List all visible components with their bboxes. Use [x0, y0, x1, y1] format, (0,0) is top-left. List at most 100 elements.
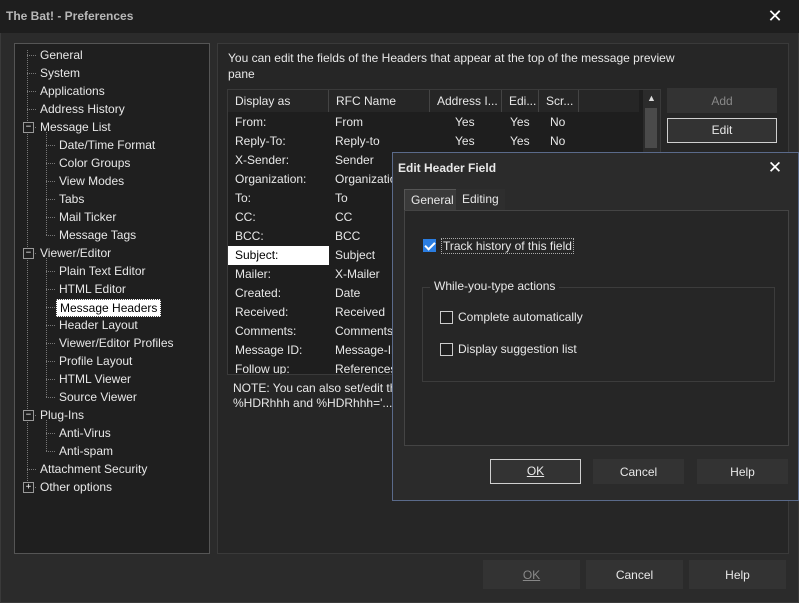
- table-cell: No: [550, 134, 566, 148]
- tree-item-viewer-editor[interactable]: Viewer/Editor: [37, 244, 114, 262]
- tree-connector: [46, 289, 55, 290]
- tree-item-plug-ins[interactable]: Plug-Ins: [37, 406, 87, 424]
- group-label: While-you-type actions: [430, 279, 560, 293]
- tree-connector: [27, 469, 36, 470]
- arrow-up-icon[interactable]: ▲: [643, 90, 660, 107]
- collapse-icon[interactable]: −: [23, 410, 34, 421]
- tree-connector: [46, 379, 55, 380]
- tree-connector: [27, 73, 36, 74]
- tree-item-applications[interactable]: Applications: [37, 82, 108, 100]
- tree-item-anti-virus[interactable]: Anti-Virus: [56, 424, 114, 442]
- table-cell: Organization:: [235, 172, 307, 186]
- column-header-rfc-name[interactable]: RFC Name: [329, 90, 430, 112]
- tree-item-tabs[interactable]: Tabs: [56, 190, 87, 208]
- column-header-display-as[interactable]: Display as: [228, 90, 329, 112]
- display-suggestion-checkbox[interactable]: [440, 343, 453, 356]
- table-cell: Yes: [455, 115, 475, 129]
- tree-item-message-list[interactable]: Message List: [37, 118, 114, 136]
- table-cell: Yes: [510, 115, 530, 129]
- dialog-close-icon[interactable]: ✕: [752, 153, 798, 183]
- column-header-filler: [579, 90, 639, 112]
- tab-general[interactable]: General: [404, 189, 461, 210]
- tree-connector: [27, 91, 36, 92]
- track-history-label[interactable]: Track history of this field: [441, 238, 574, 254]
- tree-item-message-tags[interactable]: Message Tags: [56, 226, 139, 244]
- column-header-script[interactable]: Scr...: [539, 90, 579, 112]
- table-cell: Yes: [510, 134, 530, 148]
- dialog-help-button[interactable]: Help: [697, 459, 788, 484]
- tree-item-color-groups[interactable]: Color Groups: [56, 154, 133, 172]
- tree-item-plain-text-editor[interactable]: Plain Text Editor: [56, 262, 149, 280]
- while-you-type-group: [422, 287, 775, 382]
- tree-item-anti-spam[interactable]: Anti-spam: [56, 442, 116, 460]
- tree-item-mail-ticker[interactable]: Mail Ticker: [56, 208, 119, 226]
- tree-connector: [46, 181, 55, 182]
- table-row[interactable]: Reply-To: Reply-to Yes Yes No: [228, 132, 642, 151]
- tree-connector: [46, 271, 55, 272]
- tree-item-html-editor[interactable]: HTML Editor: [56, 280, 129, 298]
- tree-connector: [46, 451, 55, 452]
- table-cell: From:: [235, 115, 267, 129]
- scroll-thumb[interactable]: [645, 108, 657, 148]
- display-suggestion-label[interactable]: Display suggestion list: [458, 342, 577, 357]
- tab-editing[interactable]: Editing: [456, 189, 505, 210]
- table-cell: Reply-to: [335, 134, 380, 148]
- tree-item-source-viewer[interactable]: Source Viewer: [56, 388, 140, 406]
- table-cell: Mailer:: [235, 267, 272, 281]
- tree-item-address-history[interactable]: Address History: [37, 100, 128, 118]
- tree-item-attachment-security[interactable]: Attachment Security: [37, 460, 150, 478]
- track-history-checkbox[interactable]: [423, 239, 436, 252]
- table-cell: CC:: [235, 210, 256, 224]
- table-row[interactable]: From: From Yes Yes No: [228, 113, 642, 132]
- tree-connector: [27, 55, 36, 56]
- tree-item-date-time-format[interactable]: Date/Time Format: [56, 136, 158, 154]
- tree-connector: [46, 361, 55, 362]
- tree-connector: [46, 199, 55, 200]
- tree-connector: [46, 420, 47, 451]
- tree-item-message-headers[interactable]: Message Headers: [56, 299, 162, 317]
- collapse-icon[interactable]: −: [23, 122, 34, 133]
- table-cell: BCC:: [235, 229, 264, 243]
- table-cell: Reply-To:: [235, 134, 286, 148]
- tree-item-general[interactable]: General: [37, 46, 86, 64]
- complete-automatically-label[interactable]: Complete automatically: [458, 310, 583, 325]
- dialog-ok-button[interactable]: OK: [490, 459, 581, 484]
- tree-item-viewer-editor-profiles[interactable]: Viewer/Editor Profiles: [56, 334, 177, 352]
- panel-description: You can edit the fields of the Headers t…: [228, 51, 675, 81]
- dialog-cancel-button[interactable]: Cancel: [593, 459, 684, 484]
- ok-button[interactable]: OK: [483, 560, 580, 589]
- cancel-button[interactable]: Cancel: [586, 560, 683, 589]
- tree-connector: [46, 217, 55, 218]
- tree-connector: [46, 258, 47, 397]
- close-icon[interactable]: ✕: [752, 0, 798, 33]
- add-button[interactable]: Add: [667, 88, 777, 113]
- table-cell: Follow up:: [235, 362, 290, 375]
- table-cell: No: [550, 115, 566, 129]
- complete-automatically-checkbox[interactable]: [440, 311, 453, 324]
- tree-connector: [46, 343, 55, 344]
- column-header-editing[interactable]: Edi...: [502, 90, 539, 112]
- tree-item-system[interactable]: System: [37, 64, 83, 82]
- collapse-icon[interactable]: −: [23, 248, 34, 259]
- table-cell: From: [335, 115, 363, 129]
- dialog-title: Edit Header Field: [398, 161, 497, 175]
- edit-button[interactable]: Edit: [667, 118, 777, 143]
- tree-item-html-viewer[interactable]: HTML Viewer: [56, 370, 134, 388]
- tree-item-other-options[interactable]: Other options: [37, 478, 115, 496]
- tree-item-view-modes[interactable]: View Modes: [56, 172, 127, 190]
- table-cell: Subject:: [228, 246, 329, 265]
- expand-icon[interactable]: +: [23, 482, 34, 493]
- table-cell: Yes: [455, 134, 475, 148]
- tree-connector: [46, 397, 55, 398]
- table-cell: Received:: [235, 305, 289, 319]
- preferences-tree: General System Applications Address History…: [14, 43, 210, 554]
- column-header-address[interactable]: Address I...: [430, 90, 502, 112]
- tree-connector: [46, 163, 55, 164]
- tree-connector: [27, 50, 28, 487]
- table-cell: Message ID:: [235, 343, 303, 357]
- tree-connector: [46, 325, 55, 326]
- tree-item-profile-layout[interactable]: Profile Layout: [56, 352, 135, 370]
- tree-item-header-layout[interactable]: Header Layout: [56, 316, 141, 334]
- help-button[interactable]: Help: [689, 560, 786, 589]
- tree-connector: [27, 109, 36, 110]
